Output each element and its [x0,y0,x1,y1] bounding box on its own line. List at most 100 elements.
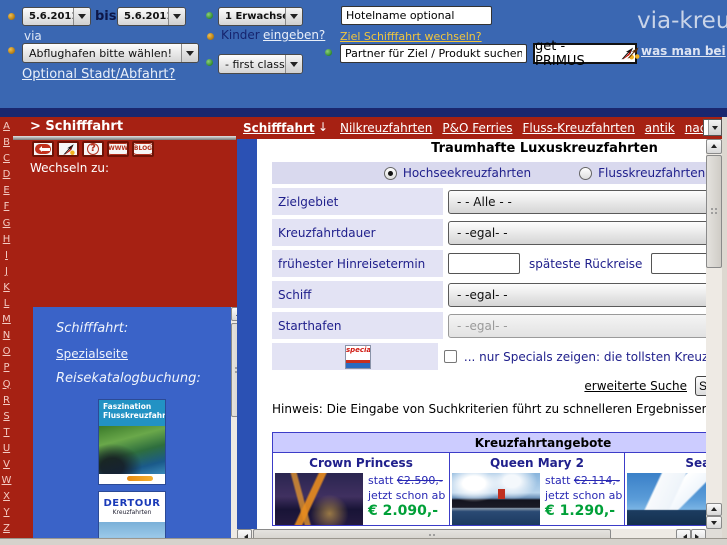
specials-checkbox[interactable] [443,350,457,363]
adults-select[interactable]: 1 Erwachsener [218,7,303,26]
hotel-input[interactable] [341,6,492,25]
site-logo: via-kreuz [637,8,727,34]
offer-sea-cloud[interactable]: Sea Cloud [624,453,706,525]
content-area: Traumhafte Luxuskreuzfahrten Hochseekreu… [257,139,706,529]
alphabet-link[interactable]: Q [0,377,13,393]
date-from-select[interactable]: 5.6.2011 [22,7,91,26]
nav-link[interactable]: P&O Ferries [442,121,512,135]
airport-select[interactable]: Abflughafen bitte wählen! [22,43,199,63]
spezialseite-link[interactable]: Spezialseite [56,347,128,361]
alphabet-link[interactable]: D [0,167,13,183]
radio-hochseekreuzfahrten[interactable]: Hochseekreuzfahrten [383,166,531,180]
back-icon[interactable] [32,141,54,157]
rueckreise-date-input[interactable] [651,253,706,274]
stadt-abfahrt-link[interactable]: Optional Stadt/Abfahrt? [22,67,175,82]
chevron-down-icon [168,8,185,25]
date-to-select[interactable]: 5.6.2011 [117,7,186,26]
alphabet-link[interactable]: W [0,473,13,489]
alphabet-link[interactable]: X [0,489,13,505]
form-row-termin: frühester Hinreisetermin späteste Rückre… [272,250,706,277]
specials-checkbox-label: ... nur Specials zeigen: die tollsten Kr… [463,349,706,364]
rueckreise-label: späteste Rückreise [529,256,643,271]
bullet-icon [325,49,332,56]
www-icon[interactable]: WWW [107,141,129,157]
ship-name: Crown Princess [309,456,413,470]
suchen-button[interactable]: Suchen [695,376,706,396]
alphabet-link[interactable]: A [0,119,13,135]
bullet-icon [206,59,213,66]
catalog-cover-flusskreuzfahrt[interactable]: Faszination Flusskreuzfahrt [99,400,165,484]
scroll-up-button[interactable] [706,503,722,516]
alphabet-link[interactable]: P [0,360,13,376]
help-icon[interactable]: ? [82,141,104,157]
bis-label: bis [95,9,117,24]
form-row-starthafen: Starthafen - -egal- - [272,312,706,339]
scrollbar-thumb[interactable] [706,155,722,268]
brand-tagline-link[interactable]: was man bei [641,44,726,58]
sidebar: > Schifffahrt ? WWW BLOG Wechseln zu: Sc… [13,117,246,545]
alphabet-link[interactable]: I [0,248,13,264]
nav-links: Nilkreuzfahrten P&O Ferries Fluss-Kreuzf… [340,117,714,139]
scroll-up-button[interactable] [706,139,722,154]
alphabet-link[interactable]: H [0,232,13,248]
alphabet-link[interactable]: Z [0,521,13,537]
nav-current-schifffahrt[interactable]: Schifffahrt [243,121,315,135]
katalog-label: Reisekatalogbuchung: [56,371,201,386]
alphabet-link[interactable]: B [0,135,13,151]
alphabet-link[interactable]: S [0,409,13,425]
alphabet-link[interactable]: E [0,183,13,199]
catalog-photo [99,426,165,474]
alphabet-link[interactable]: V [0,457,13,473]
alphabet-link[interactable]: Y [0,505,13,521]
alphabet-link[interactable]: M [0,312,13,328]
sidebar-title: > Schifffahrt [30,119,124,134]
alphabet-link[interactable]: T [0,425,13,441]
alphabet-link[interactable]: F [0,199,13,215]
ship-name: Sea Cloud [685,456,706,470]
primus-logo-icon[interactable] [57,141,79,157]
radio-flusskreuzfahrten[interactable]: Flusskreuzfahrten [579,166,705,180]
alphabet-index: A B C D E F G H I J K L M N O P Q R S T … [0,117,13,538]
radio-selected-icon[interactable] [383,166,397,180]
radio-icon[interactable] [579,166,593,180]
ziel-wechseln-link[interactable]: Ziel Schifffahrt wechseln? [340,30,482,43]
alphabet-link[interactable]: G [0,216,13,232]
alphabet-link[interactable]: J [0,264,13,280]
chevron-down-icon [285,8,302,25]
cruise-photo [275,473,363,525]
nav-more-select[interactable] [703,119,722,136]
hinreise-date-input[interactable] [448,253,520,274]
special-badge-icon: special [344,345,371,369]
schiff-select[interactable]: - -egal- - [448,282,706,307]
offer-queen-mary-2[interactable]: Queen Mary 2 statt €2.114,- jetzt schon … [449,453,624,525]
offers-header: Kreuzfahrtangebote [273,433,706,453]
scroll-down-button[interactable] [706,516,722,529]
nav-link[interactable]: Nilkreuzfahrten [340,121,432,135]
alphabet-link[interactable]: U [0,441,13,457]
nav-link[interactable]: antik [645,121,675,135]
divider [13,136,236,140]
chevron-down-icon [708,120,721,135]
price: € 1.290,- [545,503,616,519]
alphabet-link[interactable]: O [0,344,13,360]
kreuzfahrtdauer-label: Kreuzfahrtdauer [272,219,443,246]
zielgebiet-select[interactable]: - - Alle - - [448,189,706,214]
kinder-eingeben-link[interactable]: eingeben? [263,28,325,42]
erweiterte-suche-link[interactable]: erweiterte Suche [584,379,687,393]
alphabet-link[interactable]: L [0,296,13,312]
class-select[interactable]: - first class - [218,54,303,74]
sidebar-icon-row: ? WWW BLOG [32,141,154,157]
offer-crown-princess[interactable]: Crown Princess statt €2.590,- jetzt scho… [273,453,449,525]
alphabet-link[interactable]: C [0,151,13,167]
alphabet-link[interactable]: R [0,393,13,409]
blog-icon[interactable]: BLOG [132,141,154,157]
partner-search-input[interactable] [340,44,527,63]
alphabet-link[interactable]: K [0,280,13,296]
starthafen-select-disabled: - -egal- - [448,313,706,338]
alphabet-link[interactable]: N [0,328,13,344]
cruise-photo [452,473,540,525]
nav-link[interactable]: Fluss-Kreuzfahrten [522,121,634,135]
get-primus-button[interactable]: get - PRIMUS [533,39,637,69]
old-price: €2.114,- [573,474,620,487]
kreuzfahrtdauer-select[interactable]: - -egal- - [448,220,706,245]
